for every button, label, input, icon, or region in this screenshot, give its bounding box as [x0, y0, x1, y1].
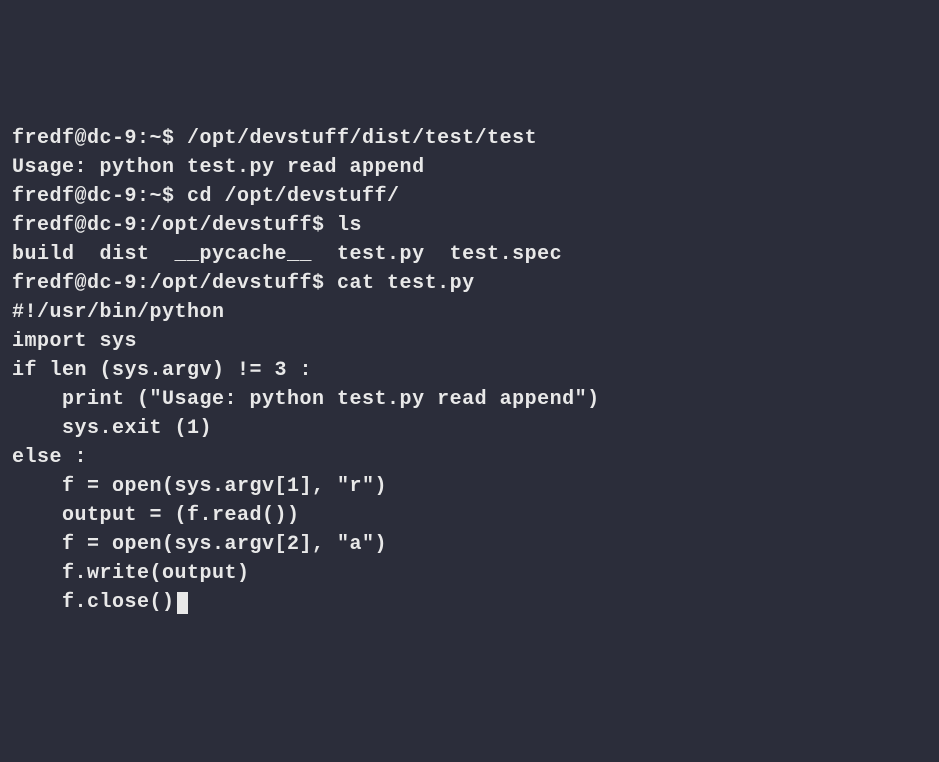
terminal-line: fredf@dc-9:~$ /opt/devstuff/dist/test/te…	[12, 124, 927, 153]
terminal-line: fredf@dc-9:/opt/devstuff$ cat test.py	[12, 269, 927, 298]
terminal-line: else :	[12, 443, 927, 472]
terminal-line: fredf@dc-9:~$ cd /opt/devstuff/	[12, 182, 927, 211]
terminal-line: fredf@dc-9:/opt/devstuff$ ls	[12, 211, 927, 240]
terminal-line: f = open(sys.argv[1], "r")	[12, 472, 927, 501]
terminal-line: output = (f.read())	[12, 501, 927, 530]
terminal-line: print ("Usage: python test.py read appen…	[12, 385, 927, 414]
terminal-line: if len (sys.argv) != 3 :	[12, 356, 927, 385]
terminal-line: f.close()	[12, 588, 927, 617]
cursor-icon	[177, 592, 188, 614]
terminal-line: sys.exit (1)	[12, 414, 927, 443]
terminal-line: Usage: python test.py read append	[12, 153, 927, 182]
terminal-line: #!/usr/bin/python	[12, 298, 927, 327]
terminal-line: f = open(sys.argv[2], "a")	[12, 530, 927, 559]
terminal-line: f.write(output)	[12, 559, 927, 588]
terminal-line: build dist __pycache__ test.py test.spec	[12, 240, 927, 269]
terminal-line: import sys	[12, 327, 927, 356]
terminal-output[interactable]: fredf@dc-9:~$ /opt/devstuff/dist/test/te…	[12, 124, 927, 617]
